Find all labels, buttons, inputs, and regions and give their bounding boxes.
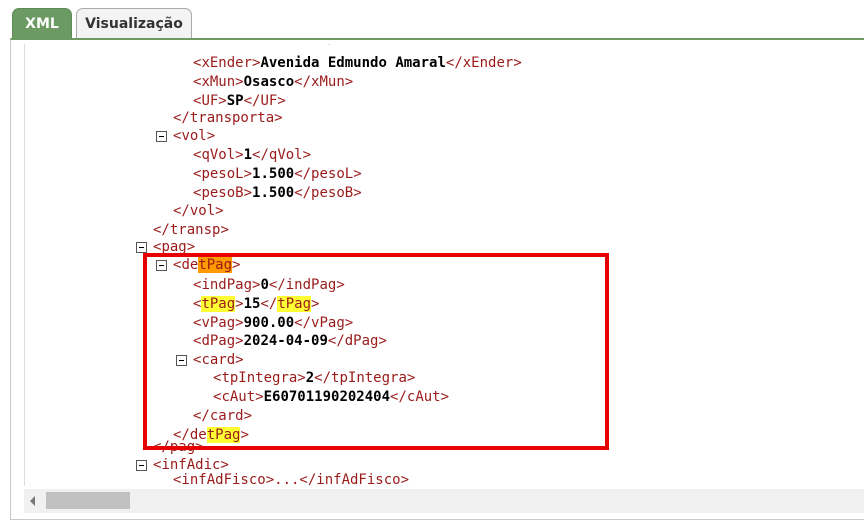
tab-visualizacao[interactable]: Visualização [76, 8, 192, 38]
xml-line: <IE>79587511011</IE> [193, 44, 362, 49]
tab-bar: XML Visualização [0, 0, 864, 38]
xml-value: 1.500 [252, 166, 295, 182]
xml-line: <xEnder>Avenida Edmundo Amaral</xEnder> [193, 55, 522, 71]
xml-value: Avenida Edmundo Amaral [260, 55, 446, 71]
xml-line: <pesoL>1.500</pesoL> [193, 166, 362, 182]
xml-tag: transporta [189, 110, 275, 126]
xml-tag: UF [201, 93, 219, 109]
xml-value: SP [226, 93, 244, 109]
xml-line: <xMun>Osasco</xMun> [193, 74, 354, 90]
minus-box-icon[interactable] [156, 131, 167, 142]
xml-tag: vol [189, 203, 216, 219]
xml-tag: UF [260, 93, 278, 109]
xml-value: 1.500 [252, 185, 295, 201]
annotation-box [143, 253, 609, 450]
xml-tag: pesoL [311, 166, 354, 182]
xml-tag: vol [181, 128, 207, 144]
xml-tag: transp [169, 222, 221, 238]
xml-line: </transporta> [173, 110, 283, 126]
xml-tag: qVol [268, 147, 303, 163]
minus-box-icon[interactable] [136, 460, 147, 471]
xml-tag: xMun [311, 74, 345, 90]
xml-line: <pesoB>1.500</pesoB> [193, 185, 362, 201]
scrollbar-thumb[interactable] [46, 492, 130, 509]
xml-tag: pesoL [201, 166, 244, 182]
xml-line: </vol> [173, 203, 224, 219]
minus-box-icon[interactable] [136, 242, 147, 253]
tab-xml[interactable]: XML [12, 8, 72, 38]
xml-tag: xEnder [201, 55, 253, 71]
xml-tag: pesoB [311, 185, 354, 201]
xml-line: <vol> [173, 128, 216, 144]
xml-tag: qVol [201, 147, 236, 163]
xml-value: 1 [243, 147, 253, 163]
xml-line: <qVol>1</qVol> [193, 147, 312, 163]
xml-tag: xEnder [462, 55, 514, 71]
arrow-left-icon[interactable] [30, 496, 35, 506]
xml-tag: pesoB [201, 185, 244, 201]
xml-tag: xMun [201, 74, 236, 90]
xml-value: Osasco [243, 74, 295, 90]
horizontal-scrollbar[interactable] [24, 489, 864, 513]
xml-line: <infAdFisco>...</infAdFisco> [173, 472, 410, 486]
